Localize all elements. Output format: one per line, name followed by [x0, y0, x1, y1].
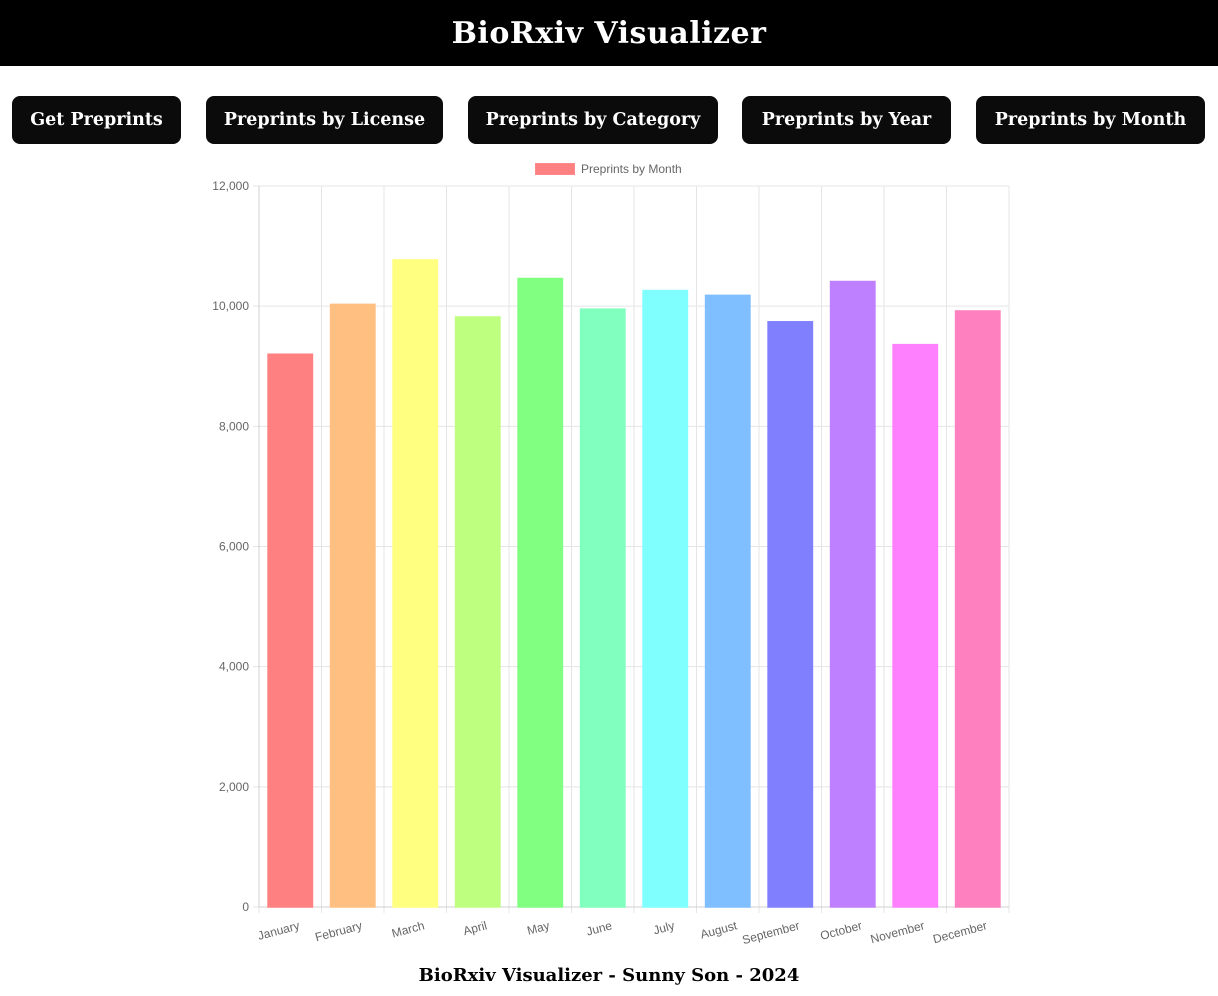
chart-canvas: 0 2,000 4,000 6,000 8,000 10,000 12,000 January… [212, 179, 1010, 947]
bar-chart: Preprints by Month 0 2,000 4,000 6,000 8,000… [180, 150, 1040, 950]
bar-august [704, 294, 751, 908]
x-tick-label: April [462, 918, 489, 938]
y-tick-label: 4,000 [219, 660, 249, 674]
preprints-by-license-button[interactable]: Preprints by License [206, 96, 443, 144]
x-tick-label: May [526, 918, 552, 937]
x-tick-label: August [699, 918, 739, 941]
app-header: BioRxiv Visualizer [0, 0, 1218, 66]
bar-november [892, 343, 939, 908]
bar-december [954, 310, 1001, 908]
bar-september [767, 321, 814, 908]
preprints-by-month-button[interactable]: Preprints by Month [976, 96, 1205, 144]
bar-may [517, 277, 564, 908]
y-tick-label: 10,000 [212, 299, 249, 313]
preprints-by-year-button[interactable]: Preprints by Year [742, 96, 951, 144]
x-tick-label: November [869, 918, 926, 946]
x-tick-label: December [931, 918, 988, 946]
x-tick-label: June [585, 918, 614, 938]
bar-june [579, 308, 626, 908]
y-tick-label: 2,000 [219, 780, 249, 794]
bar-march [392, 259, 439, 908]
y-tick-label: 8,000 [219, 419, 249, 433]
bar-july [642, 289, 689, 908]
x-tick-label: February [314, 918, 364, 944]
y-tick-label: 0 [242, 900, 249, 914]
x-tick-label: September [741, 918, 801, 947]
y-tick-label: 12,000 [212, 179, 249, 193]
footer-text: BioRxiv Visualizer - Sunny Son - 2024 [418, 965, 800, 986]
bar-january [267, 353, 314, 908]
bar-october [829, 280, 876, 908]
app-title: BioRxiv Visualizer [451, 15, 767, 51]
x-tick-label: July [652, 918, 676, 937]
x-tick-label: January [256, 918, 301, 943]
preprints-by-category-button[interactable]: Preprints by Category [468, 96, 718, 144]
x-tick-label: October [819, 918, 864, 943]
x-tick-label: March [390, 918, 426, 940]
bar-april [454, 316, 501, 908]
get-preprints-button[interactable]: Get Preprints [12, 96, 181, 144]
y-tick-label: 6,000 [219, 540, 249, 554]
bar-february [329, 303, 376, 908]
